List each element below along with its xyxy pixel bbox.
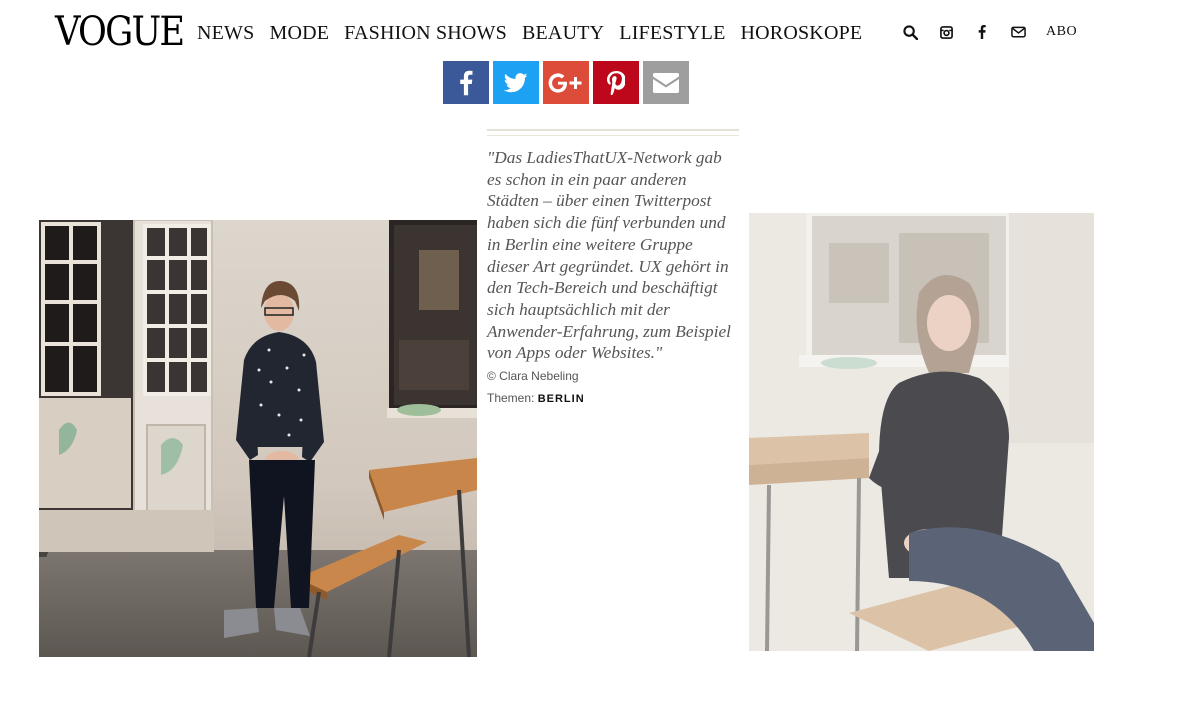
google-plus-icon (548, 72, 582, 93)
share-pinterest-button[interactable] (593, 61, 639, 104)
photo-credit: © Clara Nebeling (487, 369, 579, 383)
share-facebook-button[interactable] (443, 61, 489, 104)
mail-icon[interactable] (1008, 22, 1028, 42)
nav-news[interactable]: NEWS (197, 21, 254, 45)
site-header: VOGUE NEWS MODE FASHION SHOWS BEAUTY LIF… (0, 0, 1200, 62)
header-actions: ABO (900, 22, 1077, 42)
search-icon[interactable] (900, 22, 920, 42)
main-nav: NEWS MODE FASHION SHOWS BEAUTY LIFESTYLE… (197, 21, 877, 45)
share-bar (443, 61, 693, 104)
nav-mode[interactable]: MODE (269, 21, 329, 45)
instagram-icon[interactable] (936, 22, 956, 42)
vogue-logo[interactable]: VOGUE (55, 12, 185, 52)
facebook-icon[interactable] (972, 22, 992, 42)
twitter-icon (504, 72, 528, 92)
caption-divider (487, 129, 739, 136)
facebook-icon (460, 70, 473, 95)
nav-horoskope[interactable]: HOROSKOPE (741, 21, 863, 45)
photo-woman-sitting[interactable] (749, 213, 1094, 651)
nav-beauty[interactable]: BEAUTY (522, 21, 604, 45)
share-twitter-button[interactable] (493, 61, 539, 104)
share-google-plus-button[interactable] (543, 61, 589, 104)
nav-fashion-shows[interactable]: FASHION SHOWS (344, 21, 507, 45)
abo-link[interactable]: ABO (1046, 24, 1077, 40)
email-icon (653, 72, 679, 93)
themes-label: Themen: (487, 391, 535, 405)
theme-tag-berlin[interactable]: BERLIN (538, 393, 585, 405)
themes-line: Themen: BERLIN (487, 391, 585, 405)
photo-woman-standing[interactable] (39, 220, 477, 657)
pinterest-icon (607, 70, 625, 95)
nav-lifestyle[interactable]: LIFESTYLE (619, 21, 725, 45)
image-caption: "Das LadiesThatUX-Network gab es schon i… (487, 148, 731, 363)
share-email-button[interactable] (643, 61, 689, 104)
